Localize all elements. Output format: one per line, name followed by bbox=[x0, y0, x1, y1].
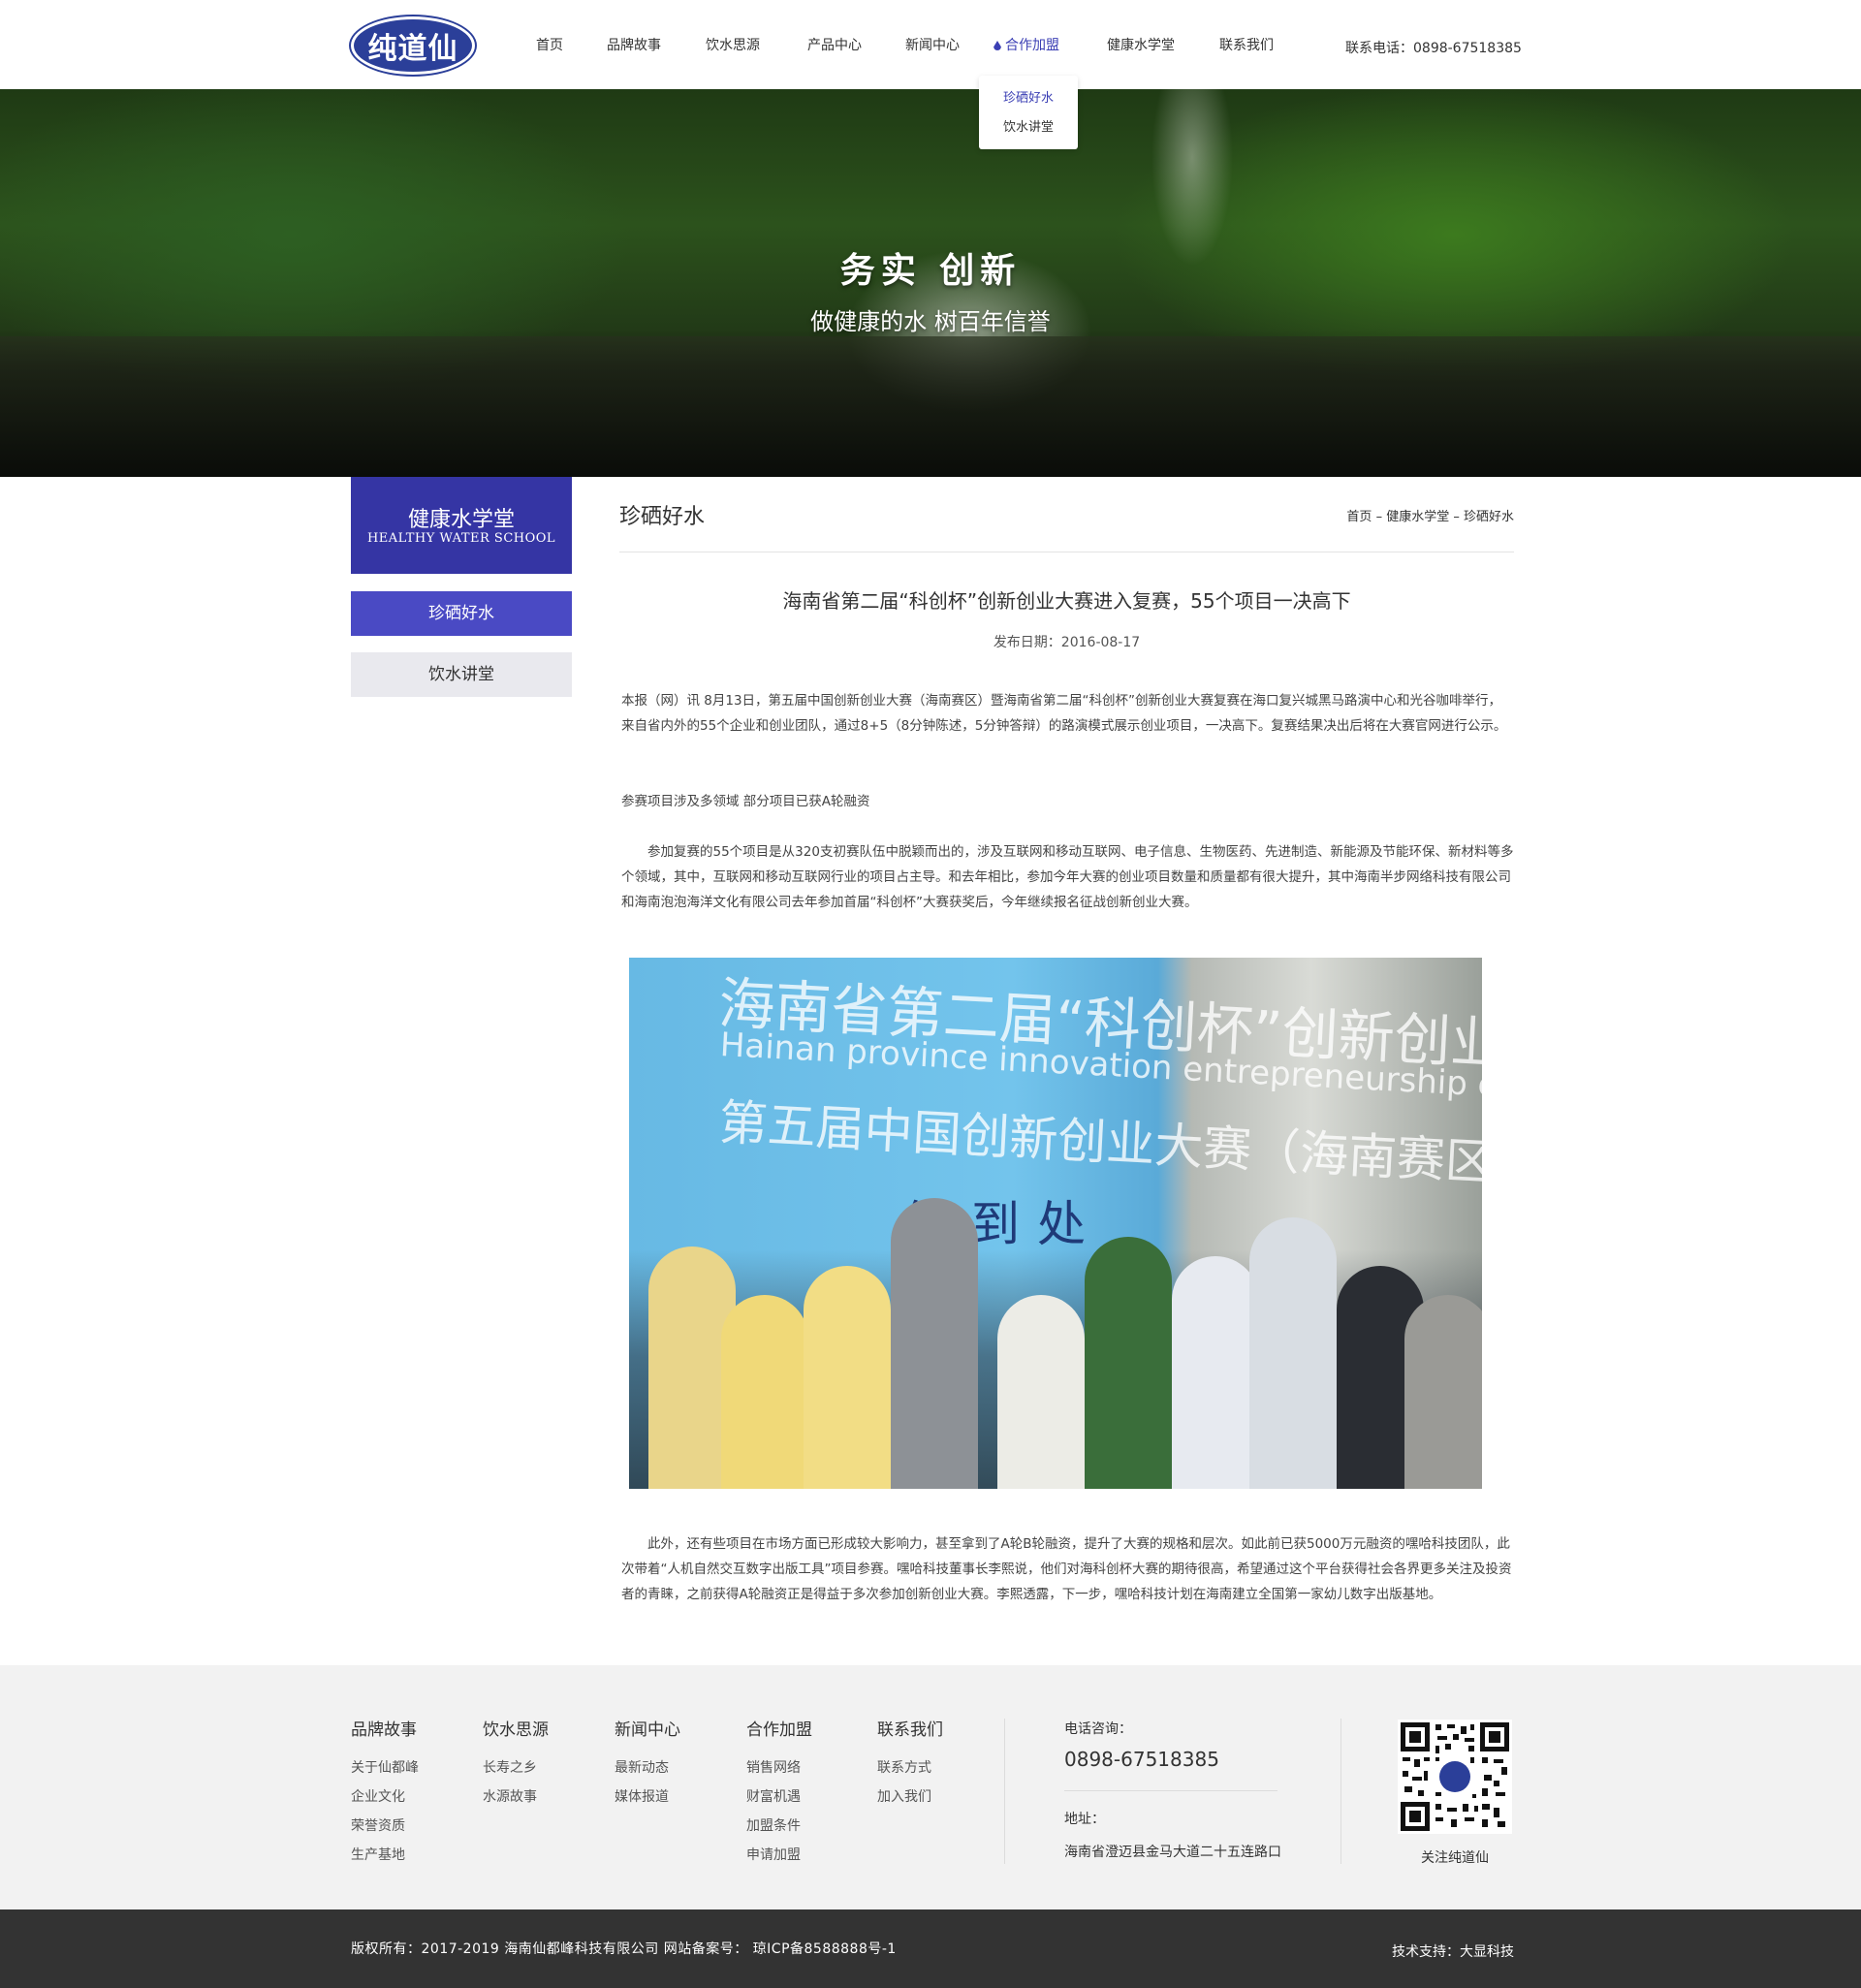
article-title: 海南省第二届“科创杯”创新创业大赛进入复赛，55个项目一决高下 bbox=[782, 589, 1351, 613]
footer-link[interactable]: 荣誉资质 bbox=[351, 1812, 419, 1841]
page: 纯道仙 首页 品牌故事 饮水思源 产品中心 新闻中心 合作加盟 健康水学堂 联系… bbox=[0, 0, 1861, 1988]
footer-column-title[interactable]: 新闻中心 bbox=[615, 1716, 680, 1740]
footer-link[interactable]: 联系方式 bbox=[877, 1753, 943, 1783]
sidebar-item-selenium-water[interactable]: 珍硒好水 bbox=[351, 591, 572, 636]
page-title: 珍硒好水 bbox=[619, 505, 706, 529]
footer-address-label: 地址： bbox=[1064, 1812, 1105, 1827]
footer-phone: 0898-67518385 bbox=[1064, 1748, 1219, 1771]
site-logo[interactable]: 纯道仙 bbox=[351, 16, 475, 75]
photo-backdrop-subtitle: 第五届中国创新创业大赛（海南赛区） bbox=[717, 1093, 1482, 1194]
footer-link[interactable]: 长寿之乡 bbox=[483, 1753, 549, 1783]
sidebar-header: 健康水学堂 HEALTHY WATER SCHOOL bbox=[351, 477, 572, 574]
photo-person bbox=[1085, 1237, 1172, 1489]
qr-label: 关注纯道仙 bbox=[1421, 1850, 1489, 1866]
footer-link[interactable]: 最新动态 bbox=[615, 1753, 680, 1783]
footer-link[interactable]: 关于仙都峰 bbox=[351, 1753, 419, 1783]
nav-products[interactable]: 产品中心 bbox=[807, 35, 862, 54]
banner-water-reflection bbox=[0, 336, 1861, 477]
nav-dropdown: 珍硒好水 饮水讲堂 bbox=[979, 76, 1078, 149]
photo-person bbox=[1172, 1256, 1259, 1489]
nav-home[interactable]: 首页 bbox=[536, 35, 563, 54]
article-paragraph-3: 此外，还有些项目在市场方面已形成较大影响力，甚至拿到了A轮B轮融资，提升了大赛的… bbox=[621, 1536, 1512, 1602]
copyright-text: 版权所有：2017-2019 海南仙都峰科技有限公司 网站备案号： 琼ICP备8… bbox=[351, 1941, 897, 1957]
footer-link[interactable]: 加入我们 bbox=[877, 1783, 943, 1812]
sidebar-subtitle: HEALTHY WATER SCHOOL bbox=[366, 531, 556, 546]
nav-news[interactable]: 新闻中心 bbox=[905, 35, 960, 54]
footer-link[interactable]: 销售网络 bbox=[746, 1753, 812, 1783]
footer-divider bbox=[1004, 1719, 1005, 1864]
footer-column-news: 新闻中心 最新动态 媒体报道 bbox=[615, 1716, 680, 1812]
footer-phone-label: 电话咨询： bbox=[1064, 1721, 1132, 1737]
breadcrumb: 首页 – 健康水学堂 – 珍硒好水 bbox=[1346, 506, 1514, 524]
footer-column-title[interactable]: 品牌故事 bbox=[351, 1716, 419, 1740]
photo-person bbox=[721, 1295, 808, 1489]
photo-person bbox=[1249, 1217, 1337, 1489]
bottom-bar bbox=[0, 1909, 1861, 1988]
site-header: 纯道仙 首页 品牌故事 饮水思源 产品中心 新闻中心 合作加盟 健康水学堂 联系… bbox=[0, 0, 1861, 89]
hero-banner: 务实 创新 做健康的水 树百年信誉 bbox=[0, 89, 1861, 477]
article-paragraph-2: 参加复赛的55个项目是从320支初赛队伍中脱颖而出的，涉及互联网和移动互联网、电… bbox=[621, 844, 1514, 910]
breadcrumb-separator: – bbox=[1449, 510, 1464, 524]
footer-link[interactable]: 生产基地 bbox=[351, 1841, 419, 1870]
footer-link[interactable]: 加盟条件 bbox=[746, 1812, 812, 1841]
sidebar-title: 健康水学堂 bbox=[407, 508, 515, 532]
nav-water-school[interactable]: 健康水学堂 bbox=[1107, 35, 1175, 54]
banner-subtitle: 做健康的水 树百年信誉 bbox=[810, 308, 1051, 335]
photo-person bbox=[1404, 1295, 1482, 1489]
nav-water-source[interactable]: 饮水思源 bbox=[706, 35, 760, 54]
nav-partnership-label: 合作加盟 bbox=[1005, 38, 1059, 53]
footer-link[interactable]: 申请加盟 bbox=[746, 1841, 812, 1870]
breadcrumb-separator: – bbox=[1372, 510, 1387, 524]
article-date: 发布日期：2016-08-17 bbox=[993, 635, 1141, 650]
footer-link[interactable]: 财富机遇 bbox=[746, 1783, 812, 1812]
footer-column-brand: 品牌故事 关于仙都峰 企业文化 荣誉资质 生产基地 bbox=[351, 1716, 419, 1870]
footer-address: 海南省澄迈县金马大道二十五连路口 bbox=[1064, 1845, 1281, 1860]
article-photo: 海南省第二届“科创杯”创新创业大赛 Hainan province innova… bbox=[629, 958, 1482, 1489]
article-paragraph-1: 本报（网）讯 8月13日，第五届中国创新创业大赛（海南赛区）暨海南省第二届“科创… bbox=[621, 693, 1507, 734]
photo-person bbox=[804, 1266, 891, 1489]
footer-column-title[interactable]: 合作加盟 bbox=[746, 1716, 812, 1740]
footer-column-contact: 联系我们 联系方式 加入我们 bbox=[877, 1716, 943, 1812]
dropdown-item-water-lecture[interactable]: 饮水讲堂 bbox=[979, 116, 1078, 135]
footer-link[interactable]: 媒体报道 bbox=[615, 1783, 680, 1812]
footer-link[interactable]: 企业文化 bbox=[351, 1783, 419, 1812]
nav-brand-story[interactable]: 品牌故事 bbox=[607, 35, 661, 54]
header-phone: 联系电话：0898-67518385 bbox=[1345, 41, 1522, 56]
qr-code-icon bbox=[1401, 1722, 1509, 1831]
dropdown-item-selenium-water[interactable]: 珍硒好水 bbox=[979, 87, 1078, 106]
breadcrumb-current[interactable]: 珍硒好水 bbox=[1464, 510, 1514, 524]
water-drop-icon bbox=[994, 41, 1001, 50]
breadcrumb-home[interactable]: 首页 bbox=[1346, 510, 1372, 524]
footer-column-title[interactable]: 饮水思源 bbox=[483, 1716, 549, 1740]
footer-column-water-source: 饮水思源 长寿之乡 水源故事 bbox=[483, 1716, 549, 1812]
breadcrumb-water-school[interactable]: 健康水学堂 bbox=[1386, 510, 1449, 524]
footer-contact-separator bbox=[1064, 1790, 1277, 1791]
footer-column-title[interactable]: 联系我们 bbox=[877, 1716, 943, 1740]
nav-contact[interactable]: 联系我们 bbox=[1219, 35, 1274, 54]
nav-partnership[interactable]: 合作加盟 bbox=[994, 35, 1059, 54]
tech-support-text[interactable]: 技术支持：大显科技 bbox=[1392, 1941, 1514, 1961]
qr-code bbox=[1398, 1720, 1512, 1834]
article-subheading: 参赛项目涉及多领域 部分项目已获A轮融资 bbox=[621, 794, 870, 809]
photo-person bbox=[891, 1198, 978, 1489]
logo-text: 纯道仙 bbox=[367, 32, 458, 66]
photo-person bbox=[997, 1295, 1085, 1489]
footer-link[interactable]: 水源故事 bbox=[483, 1783, 549, 1812]
footer-column-partnership: 合作加盟 销售网络 财富机遇 加盟条件 申请加盟 bbox=[746, 1716, 812, 1870]
banner-title: 务实 创新 bbox=[839, 251, 1022, 291]
sidebar-item-water-lecture[interactable]: 饮水讲堂 bbox=[351, 652, 572, 697]
